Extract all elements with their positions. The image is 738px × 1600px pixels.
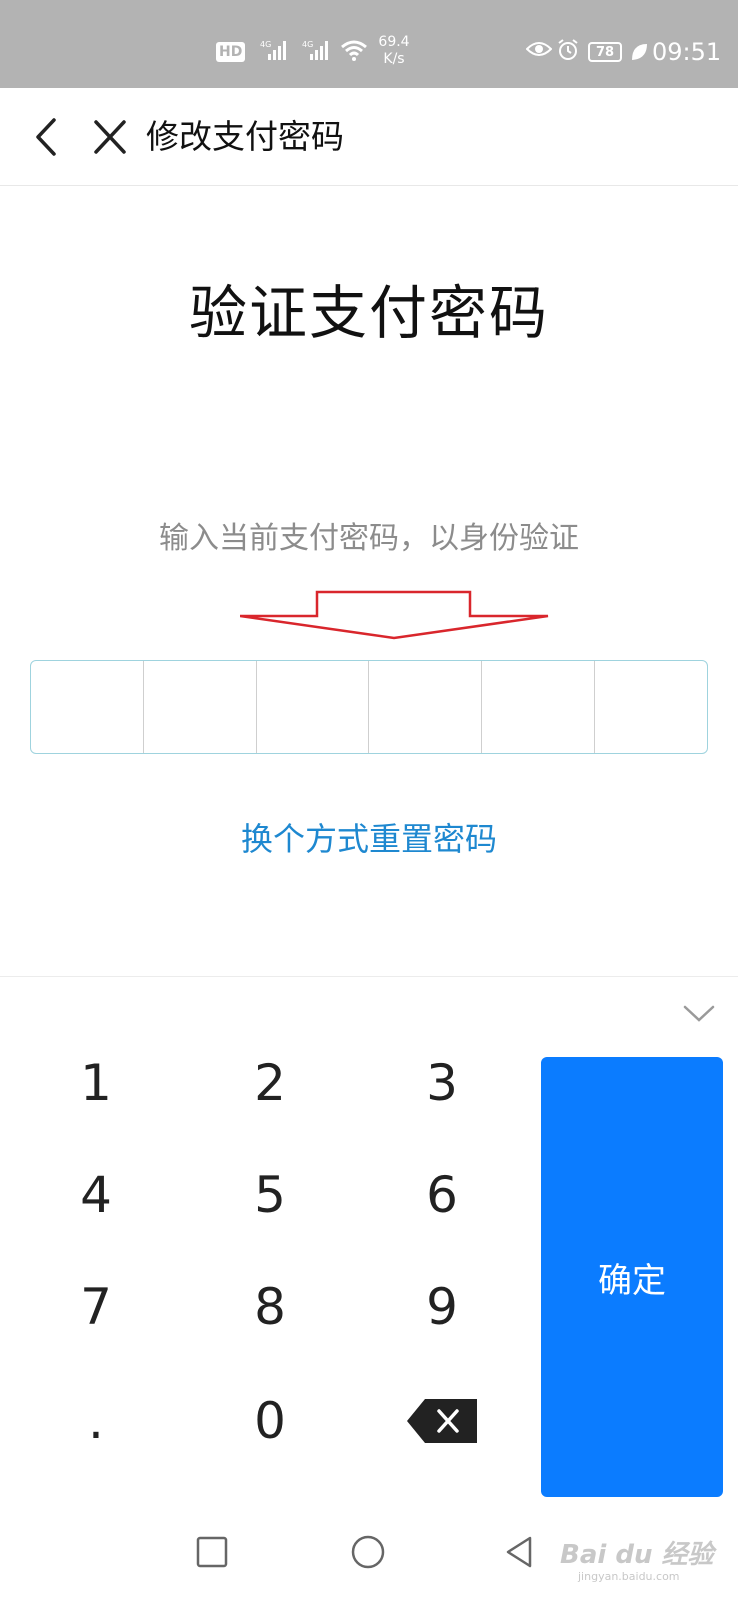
key-9[interactable]: 9 [362, 1257, 522, 1357]
key-6[interactable]: 6 [362, 1145, 522, 1245]
recent-apps-button[interactable] [192, 1532, 232, 1572]
network-speed: 69.4 K/s [372, 34, 416, 68]
page-title: 验证支付密码 [188, 279, 549, 347]
collapse-keyboard-button[interactable] [682, 1003, 716, 1025]
key-5[interactable]: 5 [190, 1145, 350, 1245]
key-2[interactable]: 2 [190, 1033, 350, 1133]
signal-icon-2: 4G [302, 38, 332, 62]
key-8[interactable]: 8 [190, 1257, 350, 1357]
header-title: 修改支付密码 [146, 117, 344, 156]
reset-password-link[interactable]: 换个方式重置密码 [0, 816, 738, 862]
pin-cell[interactable] [482, 661, 596, 753]
triangle-back-icon [506, 1536, 532, 1568]
square-icon [196, 1536, 228, 1568]
number-keypad: 1 2 3 4 5 6 7 8 9 . 0 确定 [0, 976, 738, 1504]
signal-icon: 4G [260, 38, 290, 62]
pin-cell[interactable] [144, 661, 257, 753]
close-icon [94, 120, 126, 154]
pin-input[interactable] [30, 660, 708, 754]
chevron-left-icon [36, 118, 56, 156]
pin-cell[interactable] [369, 661, 483, 753]
status-bar: HD 4G 4G 69.4 K/s 78 09:51 [0, 0, 738, 88]
hd-badge: HD [216, 42, 246, 62]
speed-value: 69.4 [378, 34, 410, 50]
confirm-button[interactable]: 确定 [541, 1057, 723, 1497]
speed-unit: K/s [383, 51, 405, 67]
backspace-icon [407, 1399, 477, 1443]
pin-cell[interactable] [257, 661, 370, 753]
eye-icon [526, 40, 552, 58]
back-button[interactable] [26, 112, 66, 162]
key-dot[interactable]: . [16, 1371, 176, 1471]
key-7[interactable]: 7 [16, 1257, 176, 1357]
leaf-icon [630, 42, 648, 62]
pin-cell[interactable] [595, 661, 707, 753]
home-button[interactable] [348, 1532, 388, 1572]
watermark-logo: Bai du 经验 [560, 1540, 714, 1570]
back-nav-button[interactable] [500, 1532, 540, 1572]
circle-icon [351, 1535, 385, 1569]
password-hint: 输入当前支付密码，以身份验证 [159, 521, 579, 556]
key-0[interactable]: 0 [190, 1371, 350, 1471]
key-4[interactable]: 4 [16, 1145, 176, 1245]
wifi-icon [340, 38, 368, 62]
network-type-label: 4G [260, 40, 271, 49]
close-button[interactable] [90, 116, 130, 158]
chevron-down-icon [683, 1005, 715, 1022]
key-1[interactable]: 1 [16, 1033, 176, 1133]
annotation-arrow-icon [240, 590, 549, 640]
alarm-icon [556, 38, 580, 62]
key-3[interactable]: 3 [362, 1033, 522, 1133]
battery-indicator: 78 [588, 42, 622, 62]
status-time: 09:51 [652, 38, 722, 66]
network-type-label-2: 4G [302, 40, 313, 49]
pin-cell[interactable] [31, 661, 144, 753]
app-header: 修改支付密码 [0, 88, 738, 186]
delete-button[interactable] [362, 1371, 522, 1471]
watermark-url: jingyan.baidu.com [578, 1570, 680, 1583]
